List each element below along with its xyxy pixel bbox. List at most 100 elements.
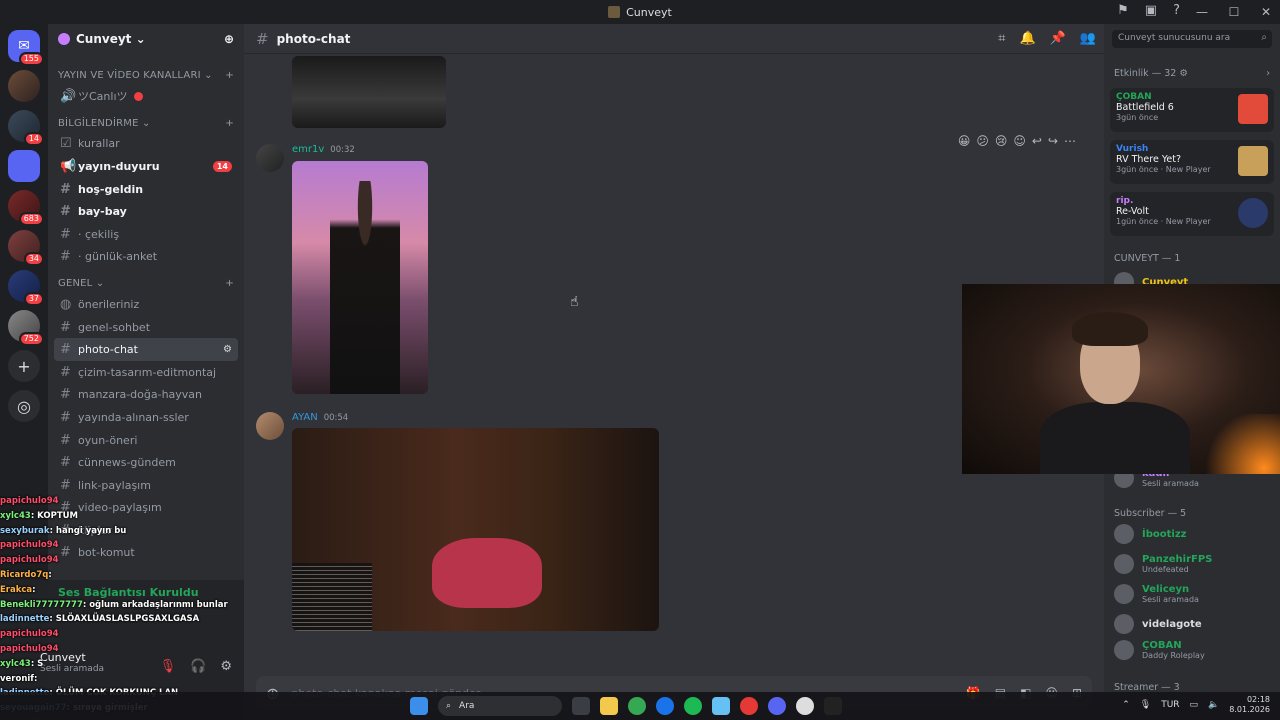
channel-klipler[interactable]: # klipler (54, 519, 238, 542)
help-icon[interactable]: ? (1173, 3, 1180, 18)
channel-cunnews[interactable]: # cünnews-gündem (54, 451, 238, 474)
terminal-icon[interactable] (824, 697, 842, 715)
threads-icon[interactable]: ⌗ (998, 31, 1005, 46)
guild-header[interactable]: Cunveyt ⌄ ⊕ (48, 24, 244, 54)
steam-icon[interactable] (712, 697, 730, 715)
volume-icon[interactable]: 🔈 (1208, 700, 1219, 710)
obs-icon[interactable] (796, 697, 814, 715)
spotify-icon[interactable] (684, 697, 702, 715)
server-icon-2[interactable]: 14 (8, 110, 44, 146)
server-search-input[interactable]: Cunveyt sunucusunu ara ⌕ (1112, 30, 1272, 48)
minimize-button[interactable]: — (1188, 5, 1216, 19)
inbox-icon[interactable]: ⚑ (1117, 3, 1129, 18)
activity-card[interactable]: rip. Re-Volt 1gün önce · New Player (1110, 192, 1274, 236)
user-info[interactable]: Cunveyt Sesli aramada (40, 651, 104, 674)
add-channel-icon[interactable]: + (225, 118, 234, 129)
activity-card[interactable]: Vurish RV There Yet? 3gün önce · New Pla… (1110, 140, 1274, 184)
server-icon-5[interactable]: 37 (8, 270, 44, 306)
avatar[interactable] (256, 412, 284, 440)
channel-photo-chat[interactable]: # photo-chat ⚙ (54, 338, 238, 361)
message-author[interactable]: AYAN (292, 412, 318, 423)
rules-icon: ☑ (60, 136, 72, 152)
maximize-button[interactable]: ☐ (1220, 5, 1248, 19)
discord-icon[interactable] (768, 697, 786, 715)
server-icon-4[interactable]: 34 (8, 230, 44, 266)
channel-bay-bay[interactable]: # bay-bay (54, 200, 238, 223)
voice-connected-status[interactable]: Ses Bağlantısı Kuruldu (58, 586, 199, 599)
members-icon[interactable]: 👥 (1080, 31, 1096, 46)
channel-cizim[interactable]: # çizim-tasarım-editmontaj (54, 361, 238, 384)
channel-gunluk-anket[interactable]: # · günlük-anket (54, 246, 238, 269)
direct-messages-button[interactable]: ✉ 155 (8, 30, 44, 66)
channel-oyun[interactable]: # oyun-önerі (54, 429, 238, 452)
role-header-owner: CUNVEYT — 1 (1114, 253, 1181, 264)
channel-oneriler[interactable]: ◍ önerileriniz (54, 293, 238, 316)
channel-link[interactable]: # link-paylaşım (54, 474, 238, 497)
chevron-up-icon[interactable]: ⌃ (1122, 700, 1130, 710)
member-status: Undefeated (1142, 565, 1189, 574)
channel-bot[interactable]: # bot-komut (54, 542, 238, 565)
attachment-image[interactable] (292, 428, 659, 631)
member-subscriber[interactable]: Veliceyn Sesli aramada (1114, 584, 1274, 604)
pin-icon[interactable]: 📌 (1050, 31, 1066, 46)
channel-label: photo-chat (78, 343, 138, 357)
task-view-icon[interactable] (572, 697, 590, 715)
clock[interactable]: 02:18 8.01.2026 (1229, 695, 1270, 715)
reaction-icon[interactable]: 😀 (958, 134, 971, 148)
chevron-right-icon[interactable]: › (1266, 68, 1270, 79)
file-explorer-icon[interactable] (600, 697, 618, 715)
message-author[interactable]: emr1v (292, 144, 324, 155)
reply-icon[interactable]: ↩ (1032, 134, 1042, 148)
channel-yayinda[interactable]: # yayında-alınan-ssler (54, 406, 238, 429)
attachment-image[interactable] (292, 161, 428, 394)
reaction-icon[interactable]: 😕 (976, 134, 989, 148)
language-indicator[interactable]: TUR (1161, 700, 1179, 710)
channel-yayin-duyuru[interactable]: 📢 yayın-duyuru 14 (54, 155, 238, 178)
channel-settings-icon[interactable]: ⚙ (223, 344, 232, 355)
member-subscriber[interactable]: İbootizz (1114, 524, 1274, 544)
close-button[interactable]: ✕ (1252, 5, 1280, 19)
server-icon-3[interactable]: 683 (8, 190, 44, 226)
channel-manzara[interactable]: # manzara-doğa-hayvan (54, 384, 238, 407)
member-subscriber[interactable]: videlagote (1114, 614, 1274, 634)
channel-kurallar[interactable]: ☑ kurallar (54, 133, 238, 156)
category-bilgi[interactable]: BİLGİLENDİRME ⌄ + (54, 108, 238, 133)
activity-card[interactable]: ÇOBAN Battlefield 6 3gün önce (1110, 88, 1274, 132)
invite-icon[interactable]: ⊕ (224, 32, 234, 46)
category-yayin[interactable]: YAYIN VE VİDEO KANALLARI ⌄ + (54, 60, 238, 85)
add-server-icon[interactable]: + (8, 350, 40, 382)
deafen-icon[interactable]: 🎧 (190, 659, 206, 674)
settings-icon[interactable]: ⚙ (220, 659, 232, 674)
add-channel-icon[interactable]: + (225, 70, 234, 81)
activity-header[interactable]: Etkinlik — 32 ⚙ › (1114, 68, 1270, 79)
screen-icon[interactable]: ▣ (1145, 3, 1157, 18)
member-subscriber[interactable]: PanzehirFPS Undefeated (1114, 554, 1274, 574)
channel-cekilis[interactable]: # · çekiliş (54, 223, 238, 246)
attachment-image[interactable] (292, 56, 446, 128)
channel-hos-geldin[interactable]: # hoş-geldin (54, 178, 238, 201)
taskbar-search[interactable]: ⌕ Ara (438, 696, 562, 716)
edge-icon[interactable] (656, 697, 674, 715)
more-icon[interactable]: ⋯ (1064, 134, 1076, 148)
forward-icon[interactable]: ↪ (1048, 134, 1058, 148)
category-genel[interactable]: GENEL ⌄ + (54, 268, 238, 293)
channel-video[interactable]: # video-paylaşım (54, 497, 238, 520)
channel-canli[interactable]: 🔊 ツCanlıツ (54, 85, 238, 108)
add-channel-icon[interactable]: + (225, 278, 234, 289)
server-icon-cunveyt[interactable] (8, 150, 40, 182)
reaction-icon[interactable]: 😢 (995, 134, 1008, 148)
member-subscriber[interactable]: ÇOBAN Daddy Roleplay (1114, 640, 1274, 660)
network-icon[interactable]: ▭ (1190, 700, 1199, 710)
explore-icon[interactable]: ◎ (8, 390, 40, 422)
mic-icon[interactable]: 🎙 (1140, 700, 1151, 710)
chrome-icon[interactable] (628, 697, 646, 715)
mute-mic-icon[interactable]: 🎙 (160, 659, 177, 674)
bell-icon[interactable]: 🔔 (1019, 31, 1035, 46)
opera-icon[interactable] (740, 697, 758, 715)
channel-genel-sohbet[interactable]: # genel-sohbet (54, 316, 238, 339)
add-reaction-icon[interactable]: ☺ (1013, 134, 1026, 148)
avatar[interactable] (256, 144, 284, 172)
windows-start-icon[interactable] (410, 697, 428, 715)
server-icon-6[interactable]: 752 (8, 310, 44, 346)
server-icon-1[interactable] (8, 70, 40, 102)
